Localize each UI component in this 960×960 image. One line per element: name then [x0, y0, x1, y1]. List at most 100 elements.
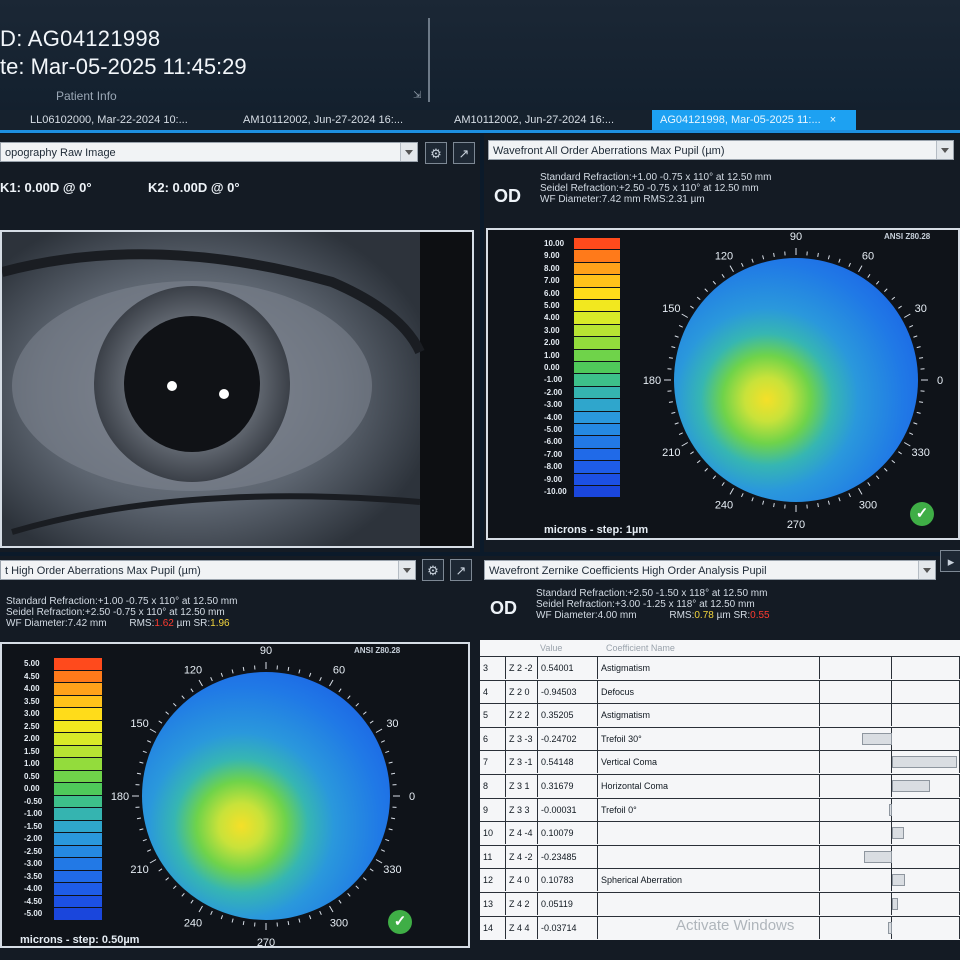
view-select-high-order[interactable]: t High Order Aberrations Max Pupil (µm) [0, 560, 416, 580]
rms-label: RMS: [669, 610, 695, 621]
axis-tick [231, 669, 234, 674]
axis-tick [681, 442, 688, 447]
coefficient-bar [862, 732, 892, 745]
view-select-zernike[interactable]: Wavefront Zernike Coefficients High Orde… [484, 560, 936, 580]
table-cell: Z 3 -3 [506, 727, 538, 750]
axis-tick [210, 677, 213, 682]
chevron-down-icon[interactable] [918, 561, 935, 579]
table-cell: Z 2 -2 [506, 657, 538, 679]
expand-corner-icon[interactable]: ⇲ [413, 90, 421, 101]
table-cell: -0.00031 [538, 798, 598, 821]
axis-tick [751, 497, 754, 502]
eye-label: OD [490, 598, 517, 618]
table-row[interactable]: 12 Z 4 0 0.10783 Spherical Aberration [480, 868, 960, 892]
high-order-aberrations-panel: t High Order Aberrations Max Pupil (µm) … [0, 556, 480, 960]
axis-tick [668, 357, 673, 359]
axis-tick [165, 877, 170, 881]
dropdown-value: Wavefront All Order Aberrations Max Pupi… [493, 145, 725, 157]
table-cell: Vertical Coma [598, 751, 820, 774]
view-select-topography[interactable]: opography Raw Image [0, 142, 418, 162]
sr-label: µm SR: [176, 618, 211, 629]
table-row[interactable]: 3Z 2 -2 0.54001 Astigmatism [480, 656, 960, 679]
table-cell: Z 3 3 [506, 798, 538, 821]
settings-gear-icon[interactable]: ⚙ [422, 559, 444, 581]
tab-exam-1[interactable]: LL06102000, Mar-22-2024 10:... [30, 114, 188, 126]
angle-label: 180 [643, 375, 661, 387]
axis-tick [220, 672, 224, 677]
expand-icon[interactable]: ▸ [940, 550, 960, 572]
table-row[interactable]: 9Z 3 3 -0.00031 Trefoil 0° [480, 797, 960, 821]
table-row[interactable]: 10 Z 4 -4 0.10079 [480, 821, 960, 845]
all-order-aberrations-panel: Wavefront All Order Aberrations Max Pupi… [484, 134, 960, 552]
eye-raw-image [0, 230, 474, 548]
angle-label: 60 [333, 665, 345, 677]
axis-tick [919, 401, 924, 403]
axis-tick [385, 838, 390, 842]
expand-icon[interactable]: ↗ [450, 559, 472, 581]
axis-tick [390, 817, 396, 820]
table-cell [820, 657, 892, 679]
sr-value: 1.96 [210, 618, 230, 629]
view-select-all-order[interactable]: Wavefront All Order Aberrations Max Pupi… [488, 140, 954, 160]
standard-refraction: Standard Refraction:+1.00 -0.75 x 110° a… [540, 172, 772, 183]
dropdown-value: Wavefront Zernike Coefficients High Orde… [489, 565, 767, 577]
rms-value: 1.62 [154, 618, 174, 629]
chevron-down-icon[interactable] [936, 141, 953, 159]
axis-tick [909, 432, 914, 435]
axis-tick [696, 459, 701, 464]
expand-icon[interactable]: ↗ [453, 142, 475, 164]
axis-tick [884, 468, 888, 472]
tab-exam-2[interactable]: AM10112002, Jun-27-2024 16:... [243, 114, 403, 126]
axis-tick [158, 868, 163, 872]
chevron-down-icon[interactable] [400, 143, 417, 161]
tab-exam-3[interactable]: AM10112002, Jun-27-2024 16:... [454, 114, 614, 126]
axis-tick [867, 274, 871, 278]
refraction-info: Standard Refraction:+1.00 -0.75 x 110° a… [6, 596, 237, 629]
axis-tick [696, 296, 701, 301]
axis-tick [904, 313, 911, 318]
axis-tick [139, 828, 144, 831]
axis-tick [158, 720, 163, 724]
angle-label: 270 [787, 519, 805, 531]
exam-tabs: LL06102000, Mar-22-2024 10:... AM1011200… [0, 110, 960, 132]
axis-tick [721, 274, 725, 278]
table-row[interactable]: 11 Z 4 -2 -0.23485 [480, 844, 960, 868]
axis-tick [338, 688, 342, 693]
wf-diameter-rms: WF Diameter:7.42 mm RMS:2.31 µm [540, 194, 705, 205]
table-cell: Z 4 -4 [506, 822, 538, 845]
checkmark-icon: ✓ [910, 502, 934, 526]
wavefront-circle-map: 9060300330300270240210180150120 [643, 231, 943, 531]
axis-tick [149, 859, 157, 864]
wavefront-map-high-order: ANSI Z80.28 5.00 4.50 4.00 3.50 3.00 2.50 2.00… [0, 642, 470, 948]
coefficient-bar [892, 874, 905, 887]
angle-label: 240 [715, 500, 733, 512]
tab-exam-4-active[interactable]: AG04121998, Mar-05-2025 11:... × [652, 110, 856, 130]
table-cell: 3 [480, 657, 506, 679]
k1-value: K1: 0.00D @ 0° [0, 180, 92, 195]
patient-header: D: AG04121998 te: Mar-05-2025 11:45:29 P… [0, 0, 960, 112]
axis-tick [173, 703, 177, 707]
angle-label: 30 [386, 718, 398, 730]
axis-tick [817, 252, 819, 257]
table-row[interactable]: 6Z 3 -3 -0.24702 Trefoil 30° [480, 726, 960, 750]
axis-tick [287, 666, 290, 672]
table-cell: Z 4 0 [506, 869, 538, 892]
settings-gear-icon[interactable]: ⚙ [425, 142, 447, 164]
table-row[interactable]: 5Z 2 2 0.35205 Astigmatism [480, 703, 960, 727]
table-row[interactable]: 7Z 3 -1 0.54148 Vertical Coma [480, 750, 960, 774]
coefficient-bar [892, 827, 905, 840]
patient-info-label: Patient Info [56, 89, 117, 103]
table-cell: 14 [480, 916, 506, 939]
table-row[interactable]: 8Z 3 1 0.31679 Horizontal Coma [480, 774, 960, 797]
table-cell [820, 775, 892, 797]
axis-tick [298, 918, 301, 923]
table-cell [598, 893, 820, 915]
axis-tick [173, 885, 177, 889]
axis-tick [231, 918, 234, 923]
table-row[interactable]: 4Z 2 0 -0.94503 Defocus [480, 679, 960, 703]
wf-rms-sr-line: WF Diameter:7.42 mm RMS:1.62 µm SR:1.96 [6, 618, 237, 629]
chevron-down-icon[interactable] [398, 561, 415, 579]
close-tab-icon[interactable]: × [830, 114, 836, 126]
table-row[interactable]: 13 Z 4 2 0.05119 [480, 892, 960, 915]
axis-tick [308, 672, 312, 677]
